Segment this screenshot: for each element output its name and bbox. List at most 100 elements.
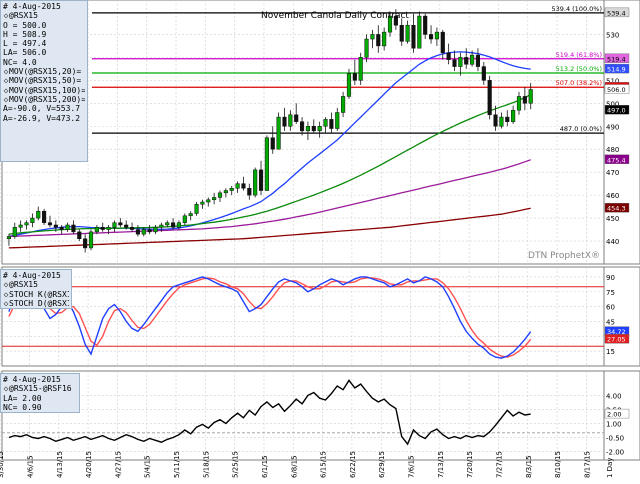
price-tag-label: 27.05 — [607, 336, 626, 344]
price-tag-label: 539.4 — [607, 9, 626, 17]
candle-body — [42, 210, 47, 223]
chart-canvas: 4404504604704804905005105205301530456075… — [0, 0, 640, 478]
candle-body — [182, 215, 187, 223]
candle-body — [458, 57, 463, 67]
price-tag-label: 514.9 — [607, 66, 626, 74]
candle-body — [100, 227, 105, 230]
y-tick-label: 45 — [606, 318, 615, 326]
candle-body — [253, 169, 258, 196]
candle-body — [481, 66, 486, 81]
candle-body — [171, 222, 176, 228]
y-tick-label: 90 — [606, 274, 615, 282]
info-date: # 4-Aug-2015 — [3, 2, 61, 11]
info-last: LA= 506.0 — [3, 48, 47, 58]
candle-body — [264, 137, 269, 191]
candle-body — [434, 31, 439, 40]
candle-body — [493, 114, 498, 127]
candle-body — [176, 222, 182, 228]
stoch-info-symbol: @RSX15 — [9, 280, 38, 290]
candle-body — [464, 57, 469, 65]
candle-body — [311, 126, 316, 132]
candle-body — [94, 227, 99, 233]
spread-info-symbol: @RSX15-@RSF16 — [9, 384, 72, 394]
candle-body — [53, 224, 58, 228]
x-tick-label: 4/20/15 — [85, 451, 93, 478]
x-tick-label: 6/15/15 — [320, 451, 328, 478]
chart-window: 4404504604704804905005105205301530456075… — [0, 0, 640, 480]
candle-body — [323, 119, 328, 127]
candle-body — [141, 229, 146, 235]
x-tick-label: 8/10/15 — [554, 451, 562, 478]
spread-info-box: # 4-Aug-2015 ◇@RSX15-@RSF16 LA= 2.00 NC=… — [0, 373, 80, 413]
candle-body — [335, 112, 340, 129]
x-tick-label: 4/27/15 — [114, 451, 122, 478]
y-tick-label: 530 — [606, 31, 619, 39]
info-net-change: NC= 4.0 — [3, 57, 37, 67]
y-tick-label: 60 — [606, 304, 615, 312]
candle-body — [258, 169, 264, 191]
candle-body — [282, 116, 287, 127]
info-low: L = 497.4 — [3, 39, 47, 49]
fib-level-label: 539.4 (100.0%) — [551, 5, 602, 13]
x-tick-label: 7/20/15 — [466, 451, 474, 478]
spread-last: LA= 2.00 — [3, 393, 42, 403]
x-tick-label: 5/18/15 — [202, 451, 210, 478]
candle-body — [206, 199, 211, 203]
x-tick-label: 6/1/15 — [261, 455, 269, 478]
candle-body — [382, 31, 387, 47]
spread-net-change: NC= 0.90 — [3, 402, 42, 412]
candle-body — [112, 222, 117, 228]
y-tick-label: -0.50 — [606, 435, 624, 443]
candle-body — [147, 229, 152, 233]
x-tick-label: 8/3/15 — [525, 455, 533, 478]
x-tick-label: 4/13/15 — [56, 451, 64, 478]
info-ma20: MOV(@RSX15,20)= 514.9 — [9, 67, 85, 77]
x-tick-label: 3/30/15 — [0, 451, 5, 478]
x-tick-label: 7/27/15 — [495, 451, 503, 478]
stoch-k-value: STOCH K(@RSX15,3,14)= 34.72 — [9, 289, 69, 299]
candle-body — [423, 15, 428, 35]
info-ma200: MOV(@RSX15,200)= 454.3 — [9, 94, 85, 104]
candle-body — [428, 34, 434, 40]
price-tag-label: 454.3 — [607, 205, 626, 213]
x-axis-period-label: 1 Day — [606, 457, 614, 478]
price-tag-label: 497.0 — [607, 107, 626, 115]
candle-body — [77, 231, 82, 239]
candle-body — [305, 126, 310, 132]
candle-body — [411, 25, 416, 49]
y-tick-label: -2.00 — [606, 449, 624, 457]
fib-level-label: 513.2 (50.0%) — [556, 65, 602, 73]
candle-body — [88, 231, 94, 249]
info-high: H = 508.9 — [3, 29, 47, 39]
candle-body — [452, 59, 457, 67]
y-tick-label: 460 — [606, 192, 619, 200]
info-symbol: @RSX15 — [9, 11, 38, 21]
y-tick-label: 1.00 — [606, 420, 622, 428]
price-tag-label: 475.4 — [607, 156, 626, 164]
x-tick-label: 7/6/15 — [408, 455, 416, 478]
candle-body — [487, 80, 492, 116]
candle-body — [165, 222, 170, 226]
candle-body — [317, 126, 322, 132]
candle-body — [499, 116, 504, 127]
x-tick-label: 6/29/15 — [378, 451, 386, 478]
watermark: DTN ProphetX® — [528, 251, 600, 261]
candle-body — [194, 204, 199, 214]
y-tick-label: 75 — [606, 289, 615, 297]
x-tick-label: 7/13/15 — [437, 451, 445, 478]
candle-body — [135, 229, 140, 235]
candle-body — [71, 224, 76, 233]
candle-body — [241, 183, 246, 189]
candle-body — [329, 119, 334, 129]
candle-body — [129, 227, 135, 230]
candle-body — [47, 222, 53, 226]
x-tick-label: 5/11/15 — [173, 451, 181, 478]
candle-body — [270, 137, 275, 150]
candle-body — [505, 116, 510, 122]
candle-body — [276, 116, 281, 150]
candle-body — [294, 114, 299, 122]
info-extra-1: A=-90.0, V=553.7 — [3, 104, 81, 114]
candle-body — [446, 52, 451, 60]
candle-body — [200, 201, 205, 205]
stoch-d-value: STOCH D(@RSX15,3)= 27.05 — [9, 298, 69, 308]
